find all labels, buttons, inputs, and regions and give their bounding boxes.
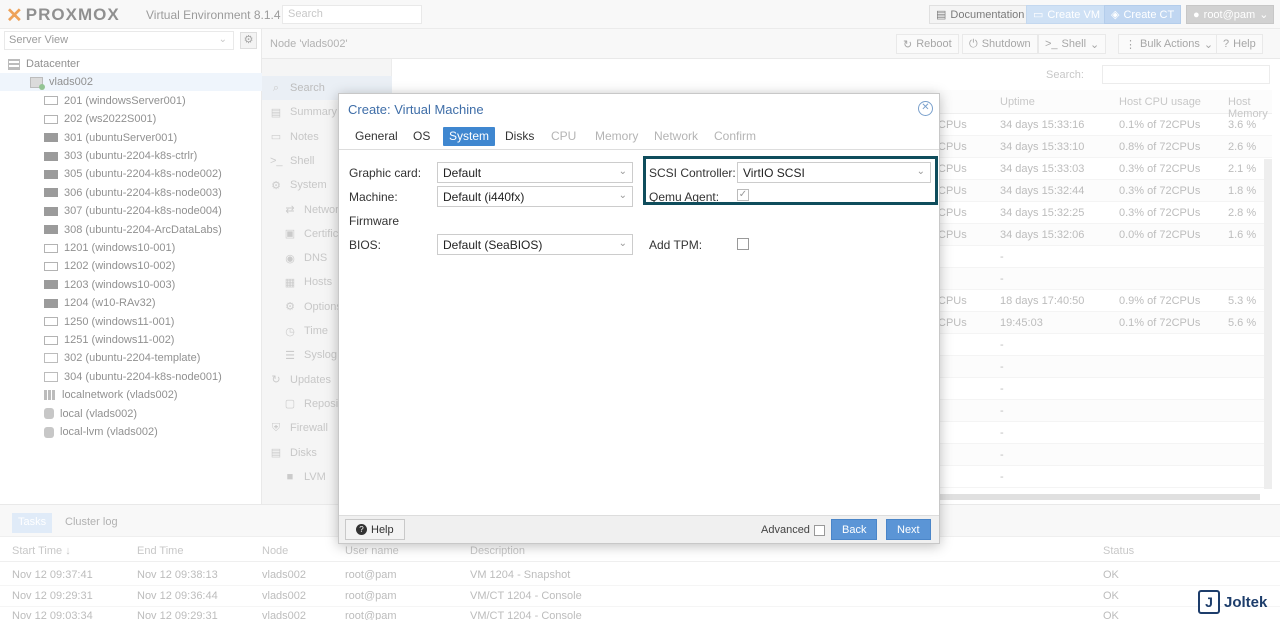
joltek-logo-icon: J	[1198, 590, 1220, 614]
joltek-text: Joltek	[1224, 593, 1268, 611]
tab-system[interactable]: System	[443, 127, 496, 146]
chevron-down-icon: ⌄	[618, 166, 627, 177]
firmware-heading: Firmware	[349, 214, 399, 228]
graphic-card-select[interactable]: Default ⌄	[437, 162, 633, 183]
advanced-checkbox[interactable]	[814, 525, 825, 536]
tab-os[interactable]: OS	[407, 127, 436, 146]
tab-cpu[interactable]: CPU	[545, 127, 582, 146]
graphic-card-label: Graphic card:	[349, 166, 422, 180]
bios-select[interactable]: Default (SeaBIOS) ⌄	[437, 234, 633, 255]
highlight-box	[643, 156, 938, 205]
chevron-down-icon: ⌄	[618, 190, 627, 201]
dialog-title: Create: Virtual Machine	[348, 102, 484, 117]
chevron-down-icon: ⌄	[618, 238, 627, 249]
back-button[interactable]: Back	[831, 519, 878, 540]
dialog-footer: ? Help Advanced Back Next	[339, 515, 939, 543]
bios-label: BIOS:	[349, 238, 382, 252]
add-tpm-label: Add TPM:	[649, 238, 703, 252]
dialog-tabs: General OS System Disks CPU Memory Network Conf…	[339, 124, 939, 148]
joltek-watermark: J Joltek	[1198, 590, 1267, 614]
next-button[interactable]: Next	[886, 519, 931, 540]
machine-label: Machine:	[349, 190, 398, 204]
tab-network[interactable]: Network	[648, 127, 704, 146]
close-icon[interactable]: ✕	[918, 101, 933, 116]
create-vm-dialog: Create: Virtual Machine ✕ General OS Syste…	[338, 93, 940, 544]
tab-general[interactable]: General	[349, 127, 404, 146]
tab-confirm[interactable]: Confirm	[708, 127, 762, 146]
tab-memory[interactable]: Memory	[589, 127, 644, 146]
question-icon: ?	[356, 524, 367, 535]
dialog-help-button[interactable]: ? Help	[345, 519, 405, 540]
tab-disks[interactable]: Disks	[499, 127, 540, 146]
add-tpm-checkbox[interactable]	[737, 238, 749, 250]
machine-select[interactable]: Default (i440fx) ⌄	[437, 186, 633, 207]
advanced-label: Advanced	[761, 524, 810, 536]
